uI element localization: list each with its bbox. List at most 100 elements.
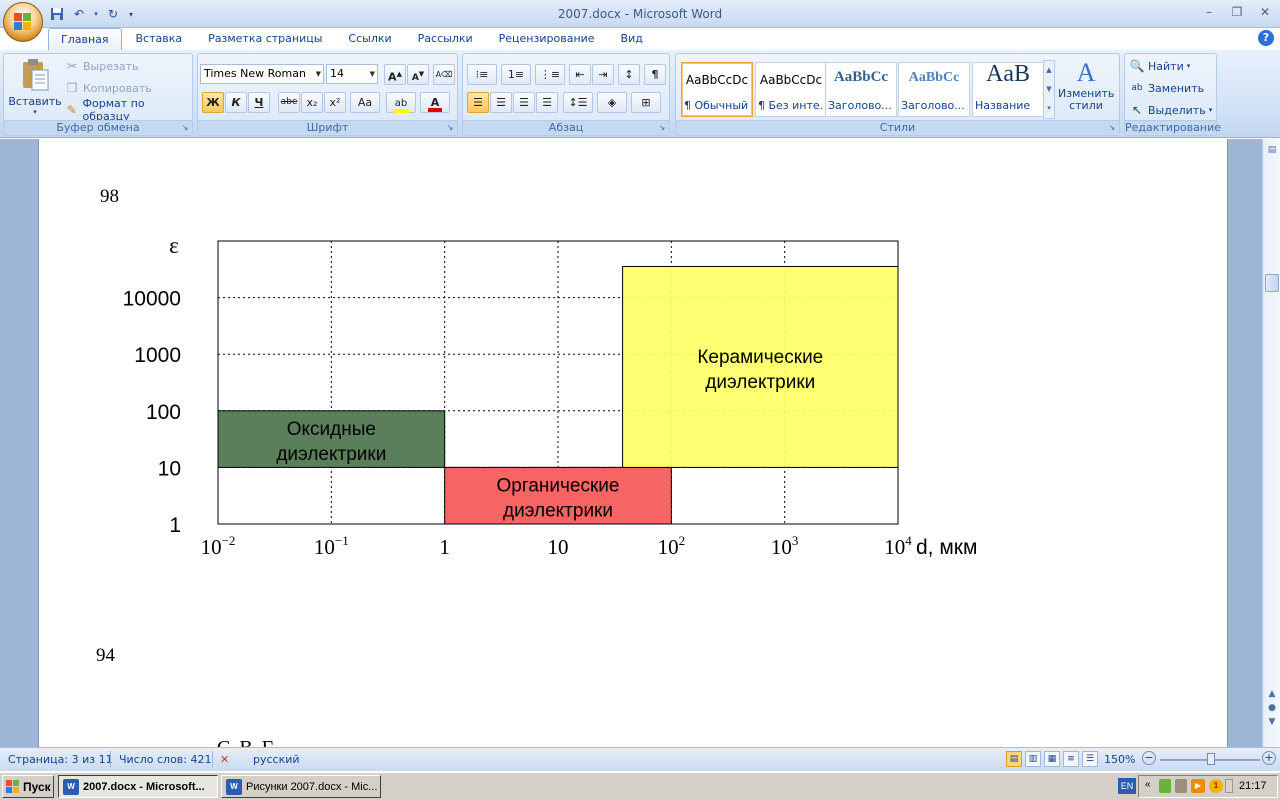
tab-references[interactable]: Ссылки: [336, 28, 403, 50]
sort-button[interactable]: ↕: [618, 64, 640, 85]
undo-icon[interactable]: ↶: [70, 5, 88, 23]
full-screen-reading-icon[interactable]: ▥: [1025, 751, 1041, 767]
styles-group-label: Стили: [676, 120, 1119, 135]
task-2007-docx[interactable]: W 2007.docx - Microsoft...: [58, 775, 218, 798]
align-center-button[interactable]: ☰: [490, 92, 512, 113]
font-family-combo[interactable]: Times New Roman ▼: [200, 64, 324, 84]
tray-play-icon[interactable]: ▶: [1191, 779, 1205, 793]
word-count[interactable]: Число слов: 421: [119, 753, 212, 766]
proofing-icon[interactable]: ✕: [220, 753, 229, 766]
font-color-button[interactable]: A: [420, 92, 450, 113]
subscript-button[interactable]: x₂: [301, 92, 323, 113]
style-normal[interactable]: AaBbCcDc ¶ Обычный: [681, 62, 753, 117]
bullets-button[interactable]: ⁝≡: [467, 64, 497, 85]
decrease-indent-button[interactable]: ⇤: [569, 64, 591, 85]
clock[interactable]: 21:17: [1239, 780, 1267, 792]
zoom-slider-thumb[interactable]: [1207, 753, 1215, 765]
styles-scroll[interactable]: ▲ ▼ ▾: [1043, 60, 1055, 119]
zoom-level[interactable]: 150%: [1104, 753, 1135, 766]
language-status[interactable]: русский: [253, 753, 300, 766]
zoom-out-icon[interactable]: −: [1142, 751, 1156, 765]
style-title[interactable]: AaB Название: [972, 61, 1044, 117]
outline-icon[interactable]: ≡: [1063, 751, 1079, 767]
task-risunki-docx[interactable]: W Рисунки 2007.docx - Mic...: [221, 775, 381, 798]
tray-notification-icon[interactable]: 1: [1209, 779, 1223, 793]
region-label-line1: Керамические: [697, 347, 823, 368]
web-layout-icon[interactable]: ▦: [1044, 751, 1060, 767]
underline-button[interactable]: Ч: [248, 92, 270, 113]
shading-button[interactable]: ◈: [597, 92, 627, 113]
paragraph-launcher-icon[interactable]: ↘: [657, 123, 667, 133]
undo-dropdown-icon[interactable]: ▾: [92, 5, 100, 23]
borders-button[interactable]: ⊞: [631, 92, 661, 113]
redo-icon[interactable]: ↻: [104, 5, 122, 23]
font-launcher-icon[interactable]: ↘: [445, 123, 455, 133]
start-button[interactable]: Пуск: [2, 775, 54, 798]
clipboard-launcher-icon[interactable]: ↘: [180, 123, 190, 133]
tab-mailings[interactable]: Рассылки: [406, 28, 485, 50]
scroll-down-icon[interactable]: ▼: [1265, 715, 1279, 729]
tab-view[interactable]: Вид: [609, 28, 655, 50]
tray-app-icon[interactable]: [1175, 779, 1187, 793]
help-icon[interactable]: ?: [1258, 30, 1274, 46]
line-spacing-icon: ↕☰: [568, 96, 588, 109]
font-size-combo[interactable]: 14 ▼: [326, 64, 378, 84]
print-layout-icon[interactable]: ▤: [1006, 751, 1022, 767]
line-spacing-button[interactable]: ↕☰: [563, 92, 593, 113]
strikethrough-button[interactable]: abe: [278, 92, 300, 113]
paste-button[interactable]: Вставить ▾: [8, 56, 62, 120]
align-right-button[interactable]: ☰: [513, 92, 535, 113]
ruler-toggle-icon[interactable]: ▤: [1265, 143, 1279, 157]
document-page[interactable]: 98 Оксидные диэлектрики Органические диэлек…: [38, 139, 1228, 747]
paragraph-group-label: Абзац: [463, 120, 669, 135]
scroll-up-icon[interactable]: ▲: [1265, 687, 1279, 701]
tab-review[interactable]: Рецензирование: [487, 28, 607, 50]
grow-font-button[interactable]: A▲: [384, 64, 406, 85]
restore-button[interactable]: ❐: [1226, 3, 1248, 21]
replace-button[interactable]: ab Заменить: [1129, 78, 1204, 98]
scroll-thumb[interactable]: [1265, 274, 1279, 292]
tray-volume-icon[interactable]: [1225, 779, 1233, 793]
increase-indent-button[interactable]: ⇥: [592, 64, 614, 85]
cut-button[interactable]: ✂ Вырезать: [64, 56, 139, 76]
tab-page-layout[interactable]: Разметка страницы: [196, 28, 334, 50]
highlight-button[interactable]: ab: [386, 92, 416, 113]
tab-insert[interactable]: Вставка: [124, 28, 195, 50]
page-count[interactable]: Страница: 3 из 11: [8, 753, 113, 766]
align-left-button[interactable]: ☰: [467, 92, 489, 113]
customize-icon[interactable]: ▾: [126, 5, 136, 23]
find-button[interactable]: 🔍 Найти ▾: [1129, 56, 1191, 76]
vertical-scrollbar[interactable]: ▤ ▲ ● ▼: [1262, 139, 1280, 747]
office-button[interactable]: [3, 2, 43, 42]
tray-app-icon[interactable]: [1159, 779, 1171, 793]
region-label-line2: диэлектрики: [503, 501, 613, 522]
superscript-button[interactable]: x²: [324, 92, 346, 113]
numbering-button[interactable]: 1≡: [501, 64, 531, 85]
copy-button[interactable]: ❐ Копировать: [64, 78, 152, 98]
language-indicator[interactable]: EN: [1118, 778, 1136, 794]
style-heading-1[interactable]: AaBbCc Заголово...: [825, 62, 897, 117]
select-browse-object-icon[interactable]: ●: [1265, 701, 1279, 715]
justify-button[interactable]: ☰: [536, 92, 558, 113]
clear-formatting-button[interactable]: A⌫: [433, 64, 455, 85]
multilevel-list-button[interactable]: ⋮≡: [535, 64, 565, 85]
show-marks-button[interactable]: ¶: [644, 64, 666, 85]
tray-expand-icon[interactable]: «: [1145, 779, 1151, 790]
draft-icon[interactable]: ☰: [1082, 751, 1098, 767]
select-button[interactable]: ↖ Выделить ▾: [1129, 100, 1212, 120]
x-tick-label: 10: [548, 535, 569, 559]
close-button[interactable]: ✕: [1254, 3, 1276, 21]
italic-button[interactable]: К: [225, 92, 247, 113]
change-styles-button[interactable]: A Изменить стили: [1058, 58, 1114, 120]
style-heading-2[interactable]: AaBbCc Заголово...: [898, 62, 970, 117]
tab-home[interactable]: Главная: [48, 28, 122, 50]
styles-launcher-icon[interactable]: ↘: [1107, 123, 1117, 133]
minimize-button[interactable]: –: [1198, 3, 1220, 21]
format-painter-button[interactable]: ✎ Формат по образцу: [64, 97, 192, 123]
style-no-spacing[interactable]: AaBbCcDc ¶ Без инте...: [755, 62, 827, 117]
shrink-font-button[interactable]: A▼: [407, 64, 429, 85]
save-icon[interactable]: [48, 5, 66, 23]
change-case-button[interactable]: Aa: [350, 92, 380, 113]
zoom-in-icon[interactable]: +: [1262, 751, 1276, 765]
bold-button[interactable]: Ж: [202, 92, 224, 113]
